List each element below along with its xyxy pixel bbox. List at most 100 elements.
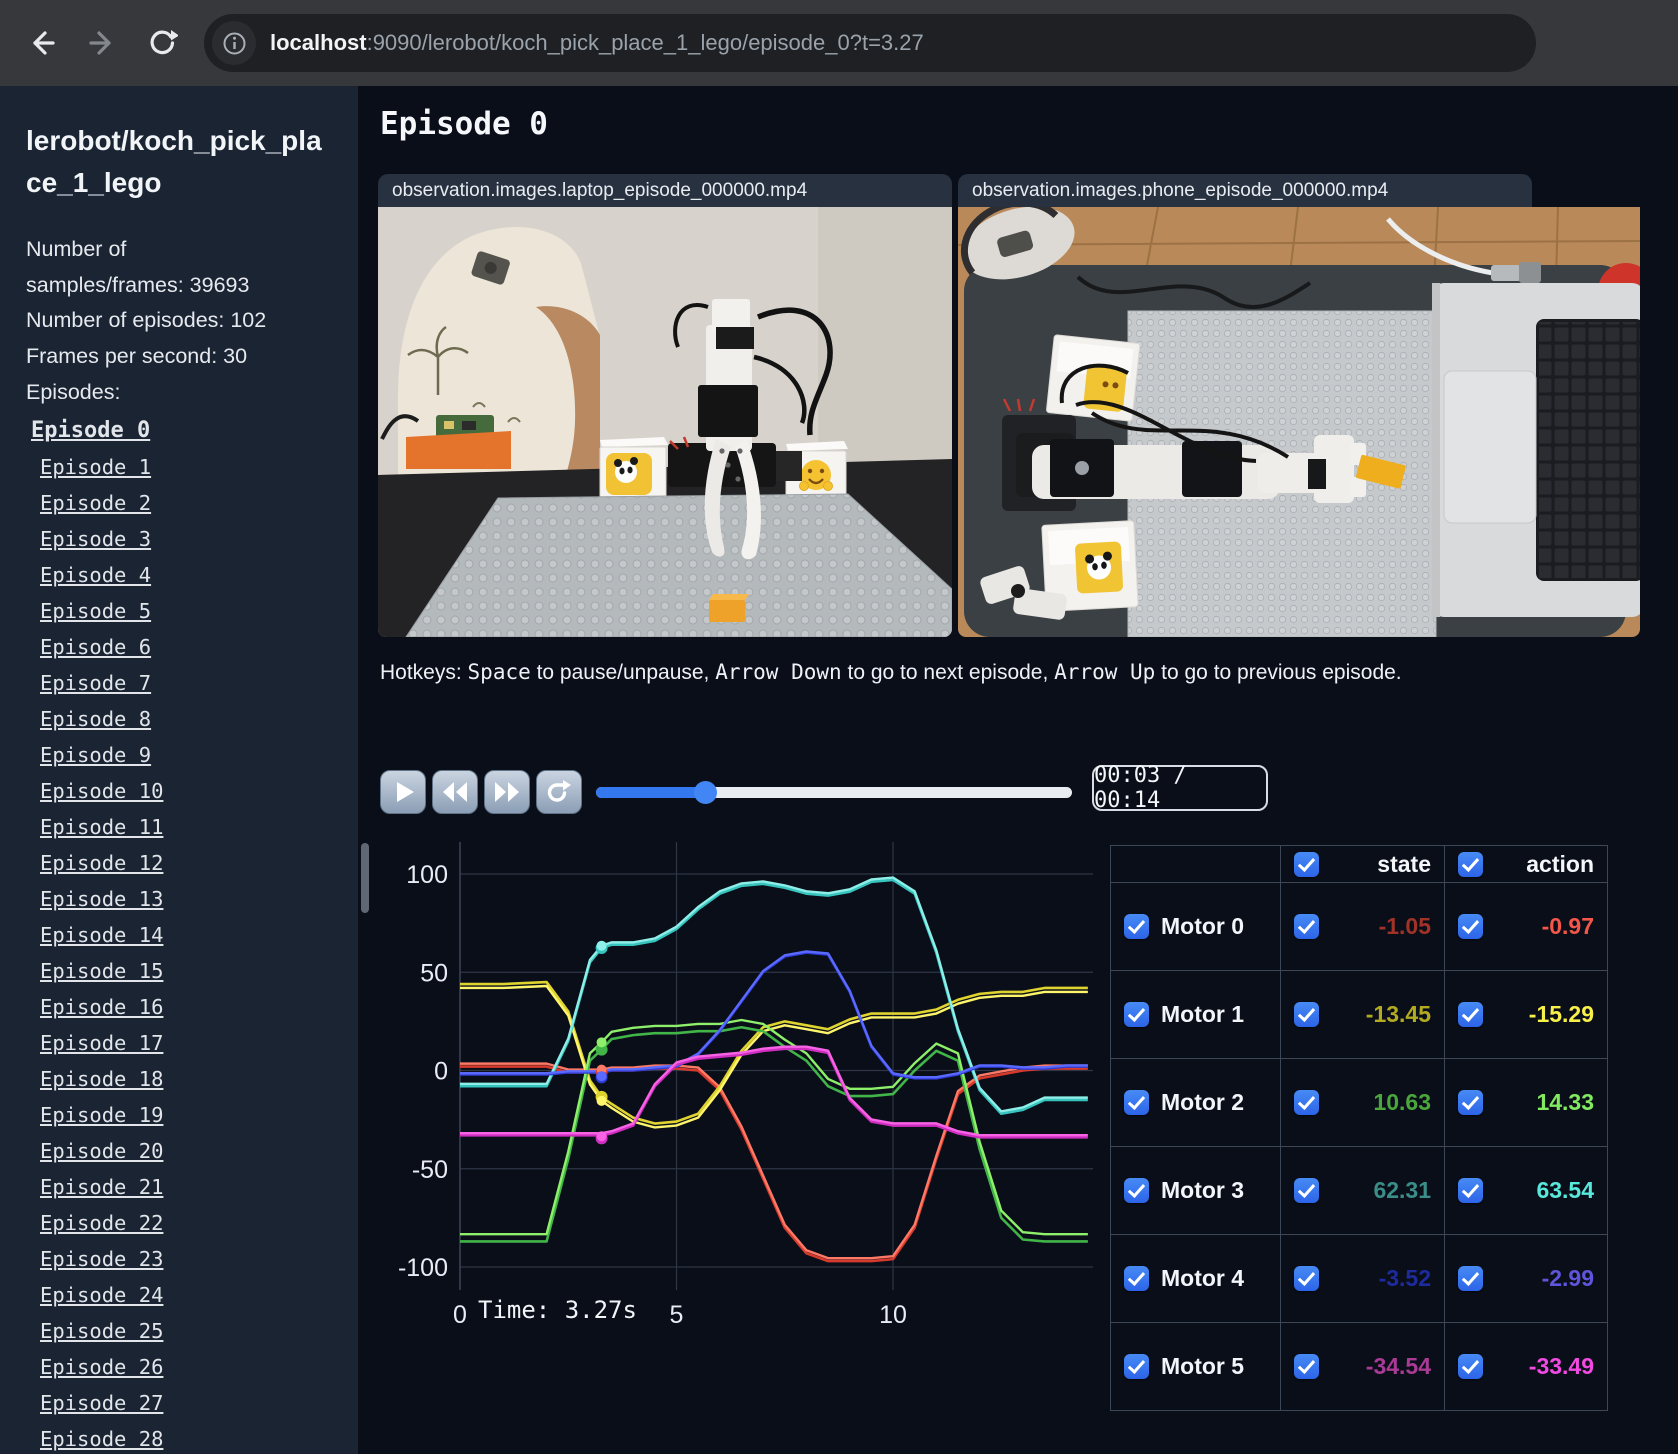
episode-link[interactable]: Episode 1 <box>40 455 358 479</box>
reload-icon[interactable] <box>144 25 180 61</box>
loop-button[interactable] <box>536 770 582 814</box>
motor-row: Motor 4 -3.52 -2.99 <box>1110 1234 1608 1323</box>
episode-link[interactable]: Episode 13 <box>40 887 358 911</box>
forward-icon[interactable] <box>84 25 120 61</box>
motor-row: Motor 1 -13.45 -15.29 <box>1110 970 1608 1059</box>
kbd-arrow-up: Arrow Up <box>1054 660 1156 684</box>
motor-name: Motor 0 <box>1161 913 1245 939</box>
episode-link[interactable]: Episode 12 <box>40 851 358 875</box>
episode-link[interactable]: Episode 23 <box>40 1247 358 1271</box>
episode-link[interactable]: Episode 7 <box>40 671 358 695</box>
motor-checkbox[interactable] <box>1124 1090 1149 1115</box>
episode-link[interactable]: Episode 14 <box>40 923 358 947</box>
laptop-topview <box>1432 283 1640 617</box>
state-value: 10.63 <box>1373 1089 1431 1115</box>
motor-row: Motor 3 62.31 63.54 <box>1110 1146 1608 1235</box>
motor-checkbox[interactable] <box>1124 1354 1149 1379</box>
loop-icon <box>547 780 571 802</box>
motor-name: Motor 1 <box>1161 1001 1245 1027</box>
slider-fill <box>596 787 706 798</box>
action-column-checkbox[interactable] <box>1458 851 1483 877</box>
episode-link[interactable]: Episode 10 <box>40 779 358 803</box>
phone-camera-video[interactable] <box>958 207 1640 637</box>
state-column-label: state <box>1377 850 1431 877</box>
state-column-checkbox[interactable] <box>1294 851 1319 877</box>
episode-link[interactable]: Episode 18 <box>40 1067 358 1091</box>
motor-checkbox[interactable] <box>1124 1002 1149 1027</box>
orange-brick <box>709 594 749 622</box>
episode-link[interactable]: Episode 2 <box>40 491 358 515</box>
motor-checkbox[interactable] <box>1124 1266 1149 1291</box>
episode-link[interactable]: Episode 20 <box>40 1139 358 1163</box>
svg-text:0: 0 <box>453 1301 467 1329</box>
scrollbar-thumb[interactable] <box>361 843 369 913</box>
action-checkbox[interactable] <box>1458 1178 1483 1203</box>
episode-link[interactable]: Episode 16 <box>40 995 358 1019</box>
episode-link[interactable]: Episode 5 <box>40 599 358 623</box>
site-info-icon[interactable] <box>212 21 256 65</box>
motor-name: Motor 5 <box>1161 1353 1245 1379</box>
episode-link[interactable]: Episode 24 <box>40 1283 358 1307</box>
episode-link[interactable]: Episode 27 <box>40 1391 358 1415</box>
motor-chart[interactable]: 100500-50-1000 5 10 <box>388 842 1103 1332</box>
samples-count: Number of samples/frames: 39693 <box>26 237 250 297</box>
slider-thumb[interactable] <box>694 781 718 804</box>
state-checkbox[interactable] <box>1294 914 1319 939</box>
episode-link[interactable]: Episode 9 <box>40 743 358 767</box>
episode-link[interactable]: Episode 28 <box>40 1427 358 1451</box>
motor-checkbox[interactable] <box>1124 1178 1149 1203</box>
episode-link[interactable]: Episode 26 <box>40 1355 358 1379</box>
fast-forward-button[interactable] <box>484 770 530 814</box>
svg-text:-100: -100 <box>398 1254 448 1282</box>
action-checkbox[interactable] <box>1458 1354 1483 1379</box>
episode-link[interactable]: Episode 21 <box>40 1175 358 1199</box>
address-bar[interactable]: localhost:9090/lerobot/koch_pick_place_1… <box>204 14 1536 72</box>
motors-tbody: Motor 0 -1.05 -0.97 Motor 1 -13.45 -15.29 Moto… <box>1110 882 1608 1411</box>
state-checkbox[interactable] <box>1294 1090 1319 1115</box>
episode-link[interactable]: Episode 11 <box>40 815 358 839</box>
time-display: 00:03 / 00:14 <box>1092 763 1268 813</box>
action-checkbox[interactable] <box>1458 1090 1483 1115</box>
video-card-laptop: observation.images.laptop_episode_000000… <box>378 174 952 637</box>
episode-link[interactable]: Episode 19 <box>40 1103 358 1127</box>
kbd-arrow-down: Arrow Down <box>715 660 842 684</box>
chart-time-label: Time: 3.27s <box>478 1296 637 1324</box>
episode-link[interactable]: Episode 0 <box>31 418 358 443</box>
laptop-camera-video[interactable] <box>378 207 952 637</box>
rewind-icon <box>443 782 467 802</box>
episode-link[interactable]: Episode 4 <box>40 563 358 587</box>
state-checkbox[interactable] <box>1294 1178 1319 1203</box>
motor-name: Motor 3 <box>1161 1177 1245 1203</box>
state-header-cell: state <box>1280 845 1445 883</box>
table-header-row: state action <box>1110 845 1608 883</box>
episode-link[interactable]: Episode 6 <box>40 635 358 659</box>
url-host: localhost <box>270 30 367 55</box>
dataset-info: Number of samples/frames: 39693 Number o… <box>26 232 288 410</box>
action-checkbox[interactable] <box>1458 914 1483 939</box>
seek-slider[interactable] <box>596 776 1072 809</box>
rewind-button[interactable] <box>432 770 478 814</box>
svg-text:0: 0 <box>434 1058 448 1086</box>
state-checkbox[interactable] <box>1294 1266 1319 1291</box>
episode-link[interactable]: Episode 8 <box>40 707 358 731</box>
episode-list: Episode 0 Episode 1 Episode 2 Episode 3 Epis… <box>26 418 358 1451</box>
action-column-label: action <box>1526 850 1594 877</box>
action-value: 63.54 <box>1536 1177 1594 1203</box>
back-icon[interactable] <box>24 25 60 61</box>
dataset-title: lerobot/koch_pick_place_1_lego <box>26 125 322 198</box>
motor-row: Motor 5 -34.54 -33.49 <box>1110 1322 1608 1411</box>
hotkeys-help: Hotkeys: Space to pause/unpause, Arrow D… <box>380 660 1402 684</box>
episode-link[interactable]: Episode 15 <box>40 959 358 983</box>
fast-forward-icon <box>495 782 519 802</box>
episode-link[interactable]: Episode 25 <box>40 1319 358 1343</box>
episode-link[interactable]: Episode 17 <box>40 1031 358 1055</box>
action-checkbox[interactable] <box>1458 1002 1483 1027</box>
action-header-cell: action <box>1444 845 1608 883</box>
action-checkbox[interactable] <box>1458 1266 1483 1291</box>
state-checkbox[interactable] <box>1294 1354 1319 1379</box>
state-checkbox[interactable] <box>1294 1002 1319 1027</box>
episode-link[interactable]: Episode 3 <box>40 527 358 551</box>
play-button[interactable] <box>380 770 426 814</box>
motor-checkbox[interactable] <box>1124 914 1149 939</box>
episode-link[interactable]: Episode 22 <box>40 1211 358 1235</box>
